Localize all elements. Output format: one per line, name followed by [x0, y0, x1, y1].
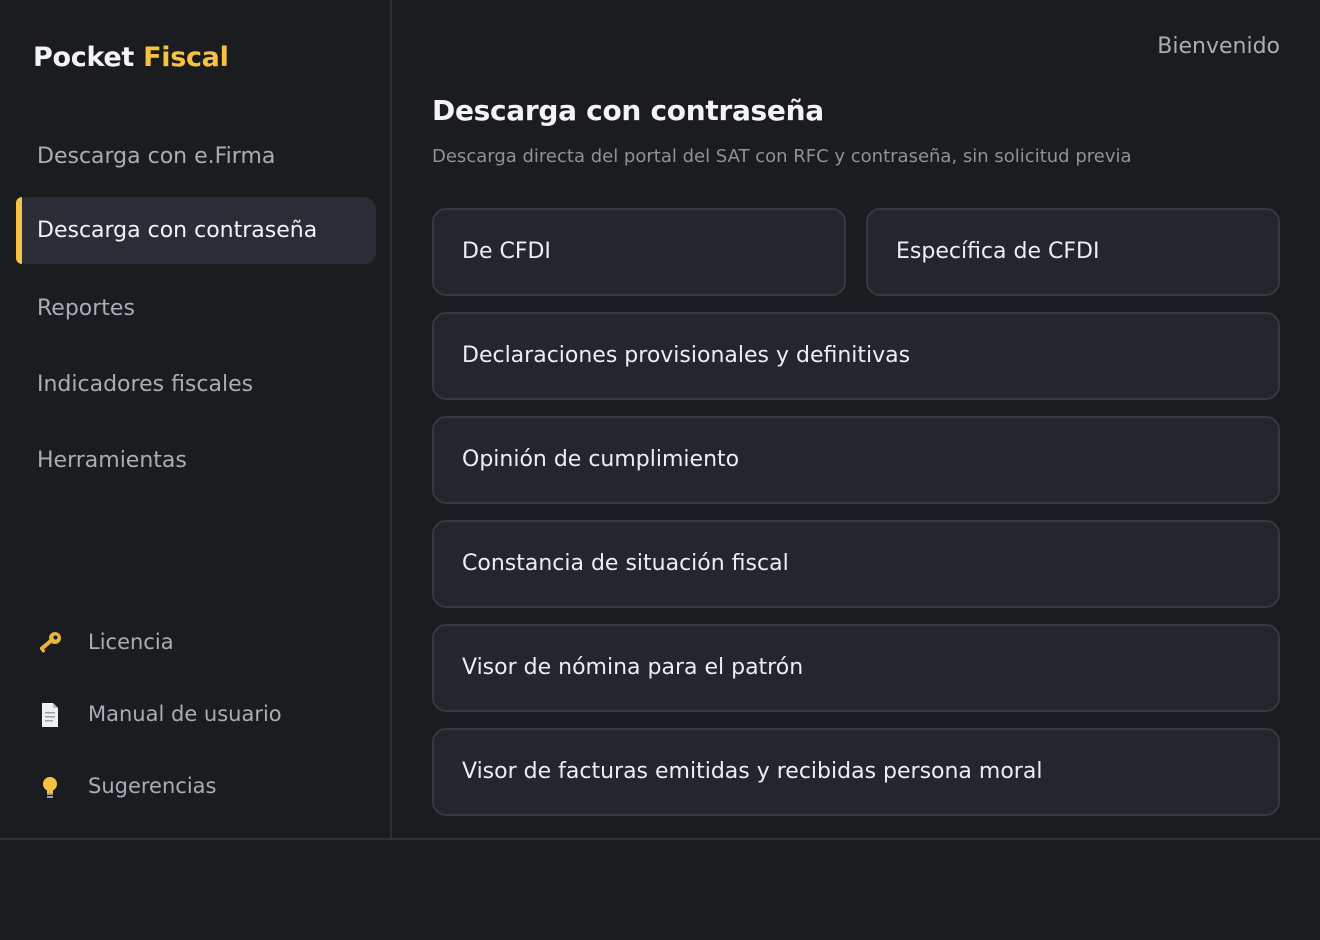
option-card-label: Constancia de situación fiscal — [462, 551, 789, 576]
sidebar-item-label: Herramientas — [37, 448, 187, 473]
document-icon — [36, 701, 68, 729]
app-logo: Pocket Fiscal — [33, 42, 229, 73]
footer-item-manual-usuario[interactable]: Manual de usuario — [36, 694, 282, 734]
app-window: Pocket Fiscal Descarga con e.Firma Desca… — [0, 0, 1320, 840]
sidebar-item-descarga-efirma[interactable]: Descarga con e.Firma — [16, 123, 376, 190]
option-card-constancia-situacion-fiscal[interactable]: Constancia de situación fiscal — [432, 520, 1280, 608]
main-content: Bienvenido Descarga con contraseña Desca… — [394, 0, 1320, 838]
footer-item-sugerencias[interactable]: Sugerencias — [36, 766, 216, 806]
option-card-visor-facturas[interactable]: Visor de facturas emitidas y recibidas p… — [432, 728, 1280, 816]
sidebar-item-label: Indicadores fiscales — [37, 372, 254, 397]
option-card-de-cfdi[interactable]: De CFDI — [432, 208, 846, 296]
brand-name-accent: Fiscal — [143, 42, 229, 73]
page-title: Descarga con contraseña — [432, 94, 824, 127]
option-card-especifica-cfdi[interactable]: Específica de CFDI — [866, 208, 1280, 296]
option-card-declaraciones[interactable]: Declaraciones provisionales y definitiva… — [432, 312, 1280, 400]
footer-item-label: Licencia — [88, 630, 174, 654]
option-card-label: Visor de nómina para el patrón — [462, 655, 804, 680]
footer-item-licencia[interactable]: Licencia — [36, 622, 174, 662]
option-card-label: Declaraciones provisionales y definitiva… — [462, 343, 911, 368]
sidebar-item-reportes[interactable]: Reportes — [16, 275, 376, 342]
sidebar-item-label: Descarga con contraseña — [37, 218, 318, 243]
lightbulb-icon — [36, 773, 68, 801]
page-subtitle: Descarga directa del portal del SAT con … — [432, 146, 1132, 167]
footer-item-label: Manual de usuario — [88, 702, 282, 726]
welcome-text: Bienvenido — [1157, 34, 1280, 59]
key-icon — [36, 629, 68, 657]
sidebar-item-label: Descarga con e.Firma — [37, 144, 276, 169]
sidebar-item-indicadores-fiscales[interactable]: Indicadores fiscales — [16, 351, 376, 418]
sidebar-item-descarga-contrasena[interactable]: Descarga con contraseña — [16, 197, 376, 264]
option-card-opinion-cumplimiento[interactable]: Opinión de cumplimiento — [432, 416, 1280, 504]
sidebar-item-herramientas[interactable]: Herramientas — [16, 427, 376, 494]
sidebar-item-label: Reportes — [37, 296, 135, 321]
option-card-label: Opinión de cumplimiento — [462, 447, 740, 472]
brand-name: Pocket — [33, 42, 134, 73]
option-card-label: De CFDI — [462, 239, 551, 264]
option-card-label: Visor de facturas emitidas y recibidas p… — [462, 759, 1043, 784]
sidebar: Pocket Fiscal Descarga con e.Firma Desca… — [0, 0, 392, 840]
footer-item-label: Sugerencias — [88, 774, 217, 798]
option-card-visor-nomina[interactable]: Visor de nómina para el patrón — [432, 624, 1280, 712]
option-card-label: Específica de CFDI — [896, 239, 1100, 264]
